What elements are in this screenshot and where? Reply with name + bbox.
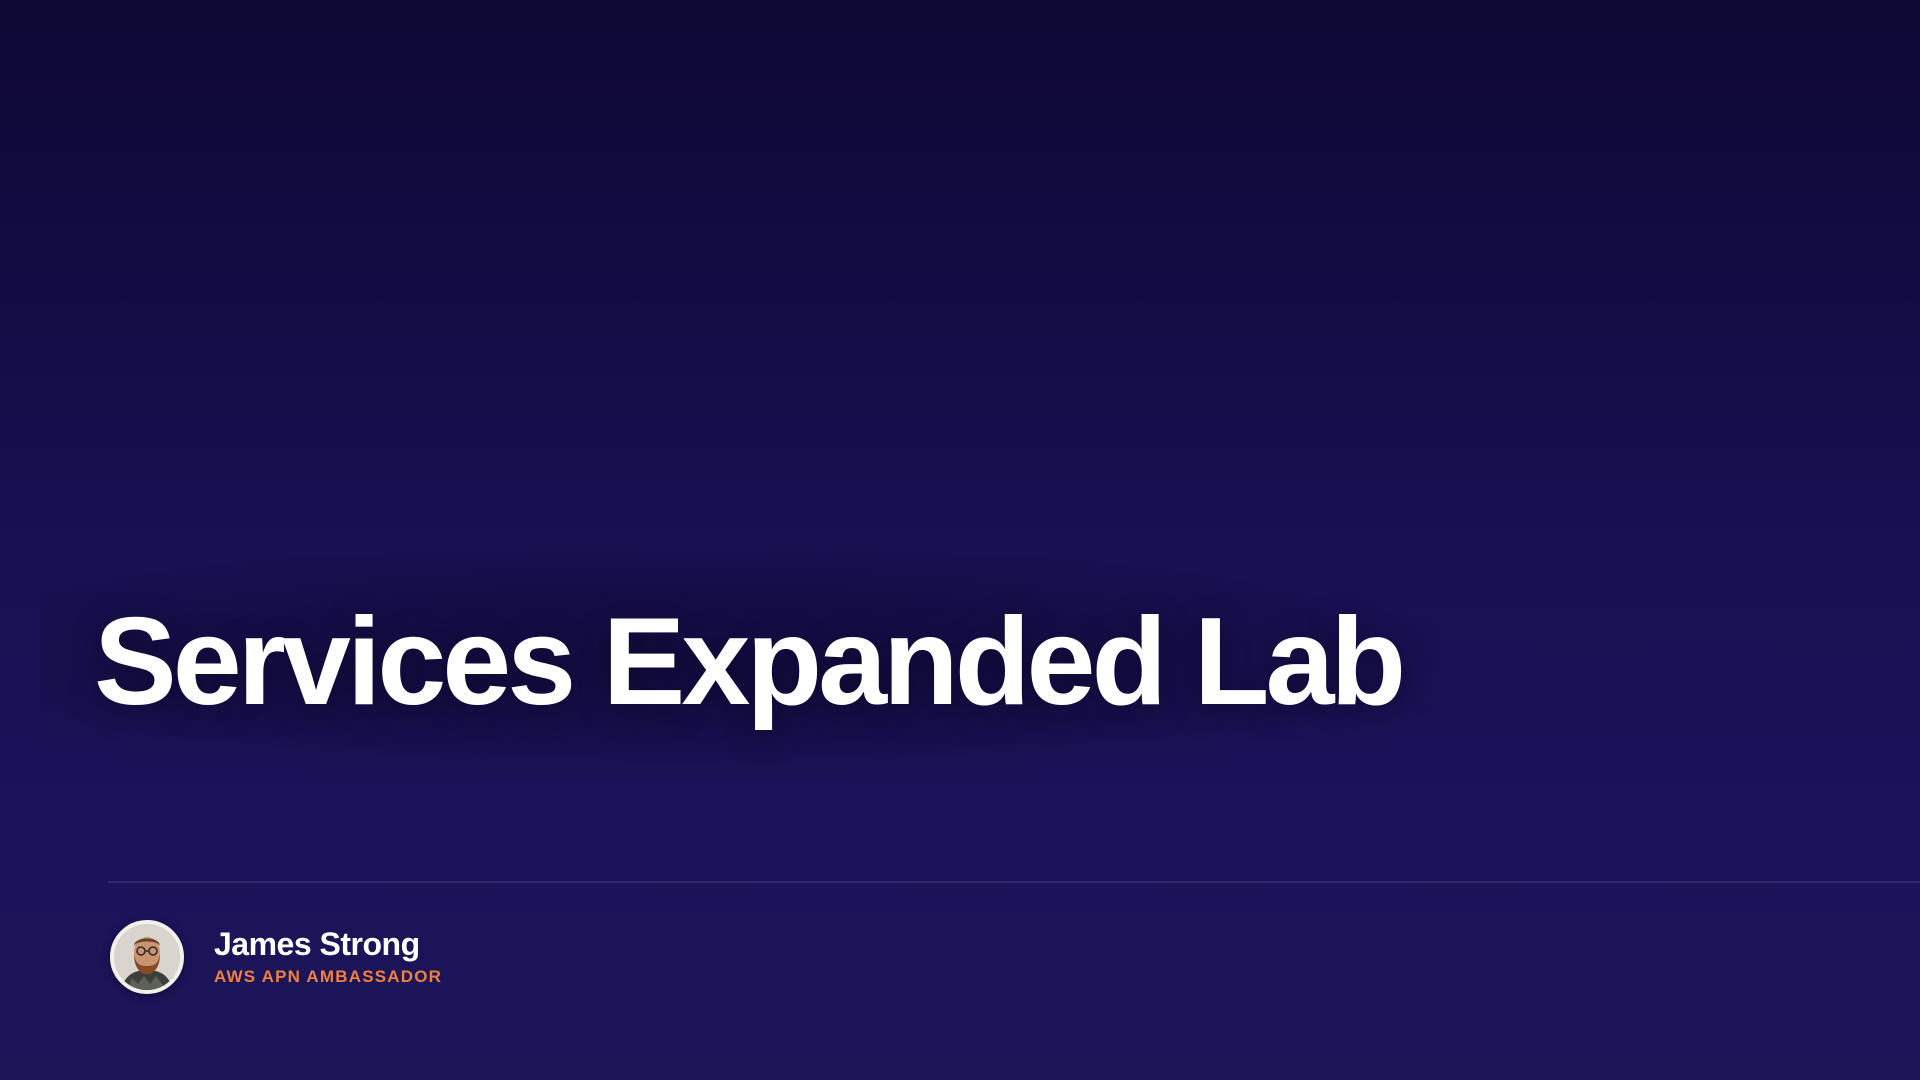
presenter-role: AWS APN AMBASSADOR — [214, 967, 443, 987]
presenter-info: James Strong AWS APN AMBASSADOR — [214, 926, 443, 987]
slide: Services Expanded Lab James Strong AWS A… — [0, 0, 1920, 1080]
avatar-photo — [114, 924, 180, 990]
divider — [108, 881, 1920, 883]
presenter-name: James Strong — [214, 926, 420, 963]
presenter-card: James Strong AWS APN AMBASSADOR — [110, 920, 442, 994]
avatar — [110, 920, 184, 994]
slide-title: Services Expanded Lab — [94, 593, 1406, 731]
